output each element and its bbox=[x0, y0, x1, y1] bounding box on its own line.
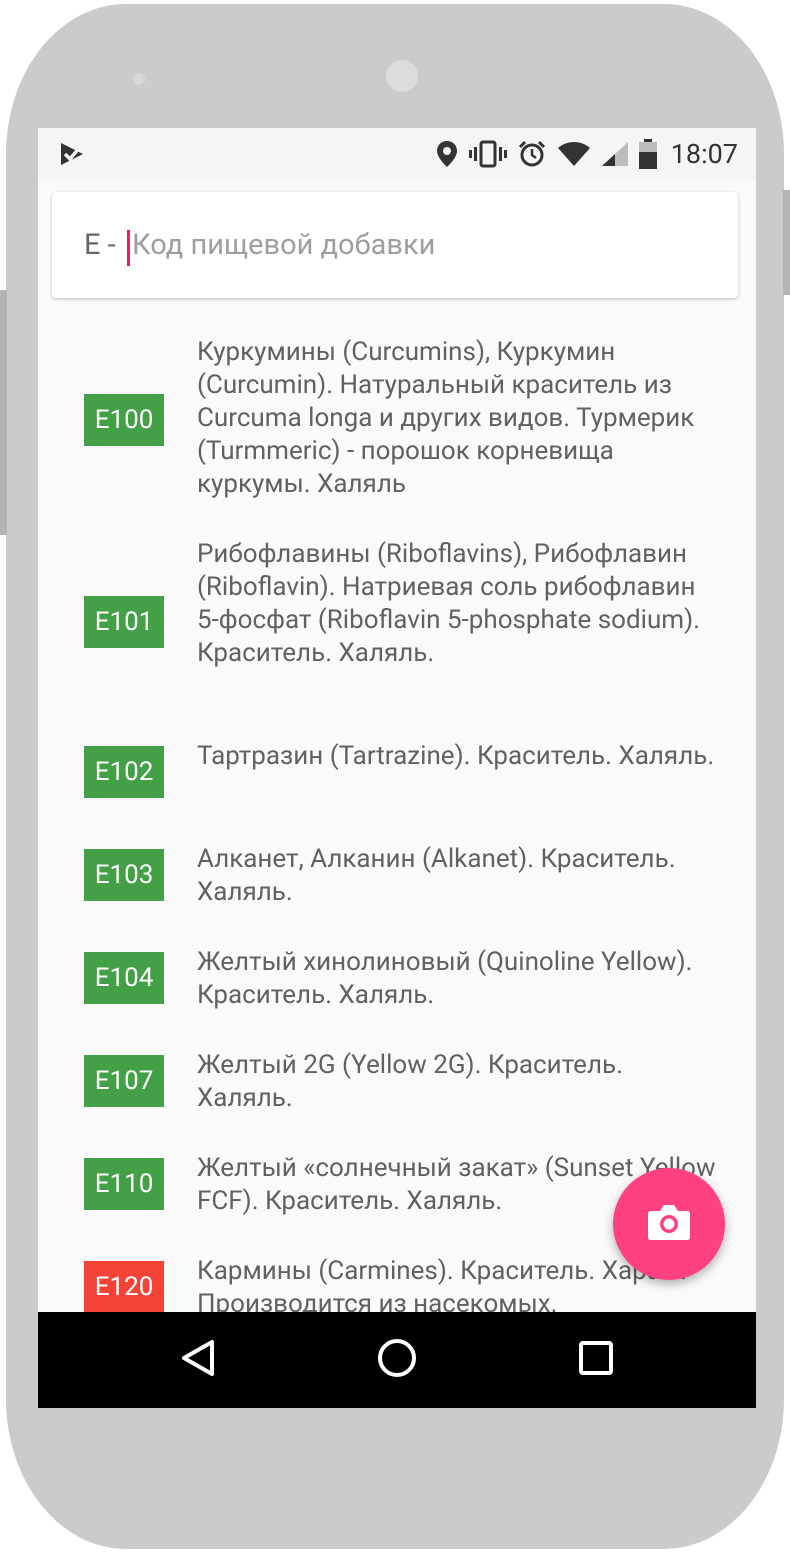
search-card: E - bbox=[52, 192, 738, 298]
back-icon bbox=[180, 1339, 216, 1381]
alarm-icon bbox=[517, 139, 547, 169]
search-prefix: E - bbox=[84, 228, 116, 262]
volume-button bbox=[0, 290, 7, 535]
screen: 18:07 E - E100 Куркумины (Curcumins), Ку… bbox=[38, 128, 756, 1408]
status-clock: 18:07 bbox=[670, 138, 738, 170]
additive-code-badge: E100 bbox=[84, 394, 164, 446]
additive-code-badge: E102 bbox=[84, 746, 164, 798]
camera-icon bbox=[647, 1203, 691, 1245]
additive-code-badge: E110 bbox=[84, 1158, 164, 1210]
back-button[interactable] bbox=[158, 1312, 238, 1408]
recents-button[interactable] bbox=[556, 1312, 636, 1408]
additive-description: Желтый хинолиновый (Quinoline Yellow). К… bbox=[197, 947, 693, 1010]
recents-icon bbox=[579, 1341, 613, 1379]
additive-code-badge: E107 bbox=[84, 1055, 164, 1107]
list-item[interactable]: E102 Тартразин (Tartrazine). Краситель. … bbox=[38, 740, 756, 820]
wifi-icon bbox=[557, 141, 591, 167]
additive-description: Тартразин (Tartrazine). Краситель. Халял… bbox=[197, 741, 715, 771]
power-button bbox=[783, 190, 790, 295]
location-icon bbox=[435, 139, 459, 169]
front-camera bbox=[133, 73, 145, 85]
additive-description: Алканет, Алканин (Alkanet). Краситель. Х… bbox=[197, 844, 676, 907]
home-button[interactable] bbox=[357, 1312, 437, 1408]
list-item[interactable]: E104 Желтый хинолиновый (Quinoline Yello… bbox=[38, 946, 756, 1026]
battery-icon bbox=[638, 139, 657, 169]
additive-code-badge: E104 bbox=[84, 952, 164, 1004]
camera-scan-button[interactable] bbox=[613, 1168, 725, 1280]
vibrate-icon bbox=[468, 140, 507, 168]
additive-description: Желтый 2G (Yellow 2G). Краситель. Халяль… bbox=[197, 1050, 623, 1113]
list-item[interactable]: E107 Желтый 2G (Yellow 2G). Краситель. Х… bbox=[38, 1049, 756, 1129]
search-input[interactable] bbox=[132, 219, 712, 271]
list-item[interactable]: E101 Рибофлавины (Riboflavins), Рибофлав… bbox=[38, 538, 756, 714]
additive-description: Куркумины (Curcumins), Куркумин (Curcumi… bbox=[197, 337, 695, 499]
additive-code-badge: E120 bbox=[84, 1261, 164, 1313]
notification-check-icon bbox=[58, 140, 86, 168]
additive-description: Рибофлавины (Riboflavins), Рибофлавин (R… bbox=[197, 539, 701, 668]
text-cursor bbox=[127, 230, 130, 266]
additive-code-badge: E101 bbox=[84, 596, 164, 648]
navigation-bar bbox=[38, 1312, 756, 1408]
earpiece-speaker bbox=[386, 60, 418, 92]
list-item[interactable]: E100 Куркумины (Curcumins), Куркумин (Cu… bbox=[38, 336, 756, 512]
list-item[interactable]: E103 Алканет, Алканин (Alkanet). Красите… bbox=[38, 843, 756, 923]
additive-code-badge: E103 bbox=[84, 849, 164, 901]
status-bar: 18:07 bbox=[38, 128, 756, 180]
home-icon bbox=[377, 1338, 417, 1382]
signal-icon bbox=[601, 141, 629, 167]
